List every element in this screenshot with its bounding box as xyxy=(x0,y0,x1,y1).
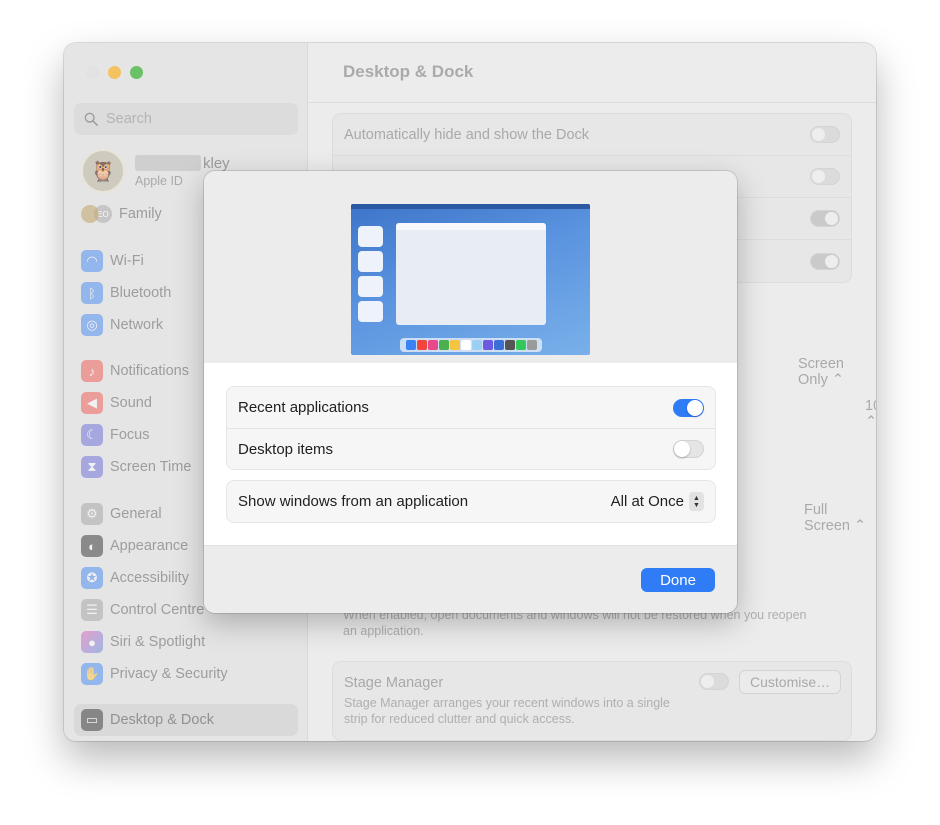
show-windows-label: Show windows from an application xyxy=(238,493,469,510)
chevron-up-down-icon: ▲ ▼ xyxy=(689,492,704,511)
show-windows-value: All at Once xyxy=(610,493,684,510)
desktop-items-label: Desktop items xyxy=(238,440,334,458)
stage-manager-options-group: Recent applications Desktop items xyxy=(226,386,716,470)
desktop-items-row: Desktop items xyxy=(227,428,715,469)
show-windows-row: Show windows from an application All at … xyxy=(227,481,715,522)
desktop-items-toggle[interactable] xyxy=(673,440,704,458)
sheet-body: Recent applications Desktop items Show w… xyxy=(204,363,737,545)
stage-manager-preview-image xyxy=(351,204,590,355)
done-button[interactable]: Done xyxy=(641,568,715,592)
show-windows-select[interactable]: All at Once ▲ ▼ xyxy=(611,492,704,511)
sheet-preview-area xyxy=(204,171,737,363)
sheet-footer: Done xyxy=(204,545,737,613)
recent-applications-row: Recent applications xyxy=(227,387,715,428)
show-windows-group: Show windows from an application All at … xyxy=(226,480,716,523)
recent-applications-toggle[interactable] xyxy=(673,398,704,417)
dock-preview xyxy=(400,338,542,352)
desktop-dock-sheet: Recent applications Desktop items Show w… xyxy=(204,171,737,613)
recent-applications-label: Recent applications xyxy=(238,399,369,416)
